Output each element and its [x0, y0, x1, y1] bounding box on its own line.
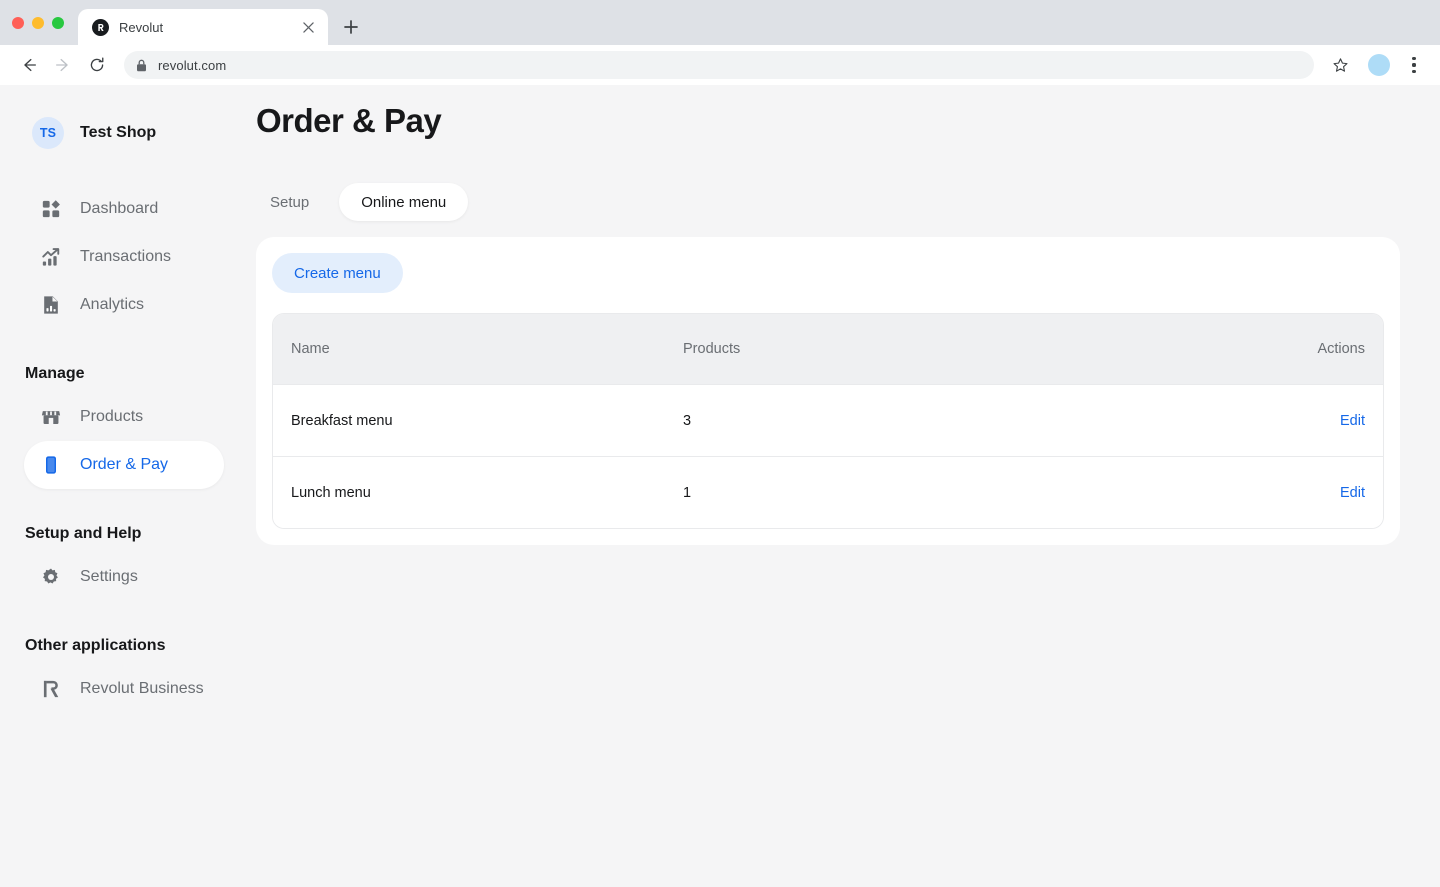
- table-row[interactable]: Lunch menu 1 Edit: [273, 456, 1383, 528]
- sidebar: TS Test Shop Dashboard Transactions Anal…: [0, 85, 248, 887]
- document-bar-icon: [40, 294, 62, 316]
- sidebar-label-settings: Settings: [80, 568, 138, 585]
- org-name: Test Shop: [80, 124, 157, 141]
- cell-product-count: 3: [683, 412, 692, 429]
- online-menu-card: Create menu Name Products Actions Breakf…: [256, 237, 1400, 545]
- sidebar-label-products: Products: [80, 408, 144, 425]
- sidebar-item-products[interactable]: Products: [24, 393, 224, 441]
- sidebar-item-analytics[interactable]: Analytics: [24, 281, 224, 329]
- browser-menu-icon[interactable]: [1402, 51, 1426, 79]
- create-menu-button[interactable]: Create menu: [272, 253, 403, 293]
- edit-menu-link[interactable]: Edit: [1340, 485, 1365, 501]
- cell-actions: Edit: [1245, 484, 1365, 502]
- window-traffic-lights: [12, 0, 78, 45]
- column-header-products: Products: [683, 341, 741, 357]
- storefront-icon: [40, 406, 62, 428]
- cell-menu-name: Breakfast menu: [291, 412, 393, 429]
- sidebar-item-settings[interactable]: Settings: [24, 553, 224, 601]
- sidebar-section-manage: Manage: [25, 365, 85, 382]
- table-header-row: Name Products Actions: [273, 314, 1383, 384]
- revolut-favicon: [92, 18, 109, 36]
- forward-button[interactable]: [48, 50, 78, 80]
- org-avatar: TS: [32, 117, 64, 149]
- column-header-actions: Actions: [1317, 341, 1365, 357]
- maximize-window-button[interactable]: [52, 16, 64, 29]
- sidebar-item-dashboard[interactable]: Dashboard: [24, 185, 224, 233]
- sidebar-label-dashboard: Dashboard: [80, 200, 159, 217]
- close-window-button[interactable]: [12, 16, 24, 29]
- chart-arrow-icon: [40, 246, 62, 268]
- column-header-name: Name: [291, 341, 330, 357]
- page-body: TS Test Shop Dashboard Transactions Anal…: [0, 85, 1440, 887]
- revolut-r-icon: [40, 678, 62, 700]
- cell-actions: Edit: [1245, 412, 1365, 430]
- back-button[interactable]: [14, 50, 44, 80]
- sidebar-item-transactions[interactable]: Transactions: [24, 233, 224, 281]
- sidebar-section-setup-and-help: Setup and Help: [25, 525, 142, 542]
- tab-setup[interactable]: Setup: [248, 183, 331, 221]
- menus-table: Name Products Actions Breakfast menu 3 E…: [272, 313, 1384, 529]
- page-title: Order & Pay: [256, 102, 442, 139]
- content-tabs: Setup Online menu: [248, 183, 1400, 221]
- table-row[interactable]: Breakfast menu 3 Edit: [273, 384, 1383, 456]
- sidebar-section-other-applications: Other applications: [25, 637, 166, 654]
- main-content: Order & Pay Setup Online menu Create men…: [248, 85, 1440, 887]
- url-text: revolut.com: [158, 57, 227, 73]
- reload-button[interactable]: [82, 50, 112, 80]
- address-bar[interactable]: revolut.com: [124, 51, 1314, 79]
- tab-online-menu[interactable]: Online menu: [339, 183, 469, 221]
- sidebar-label-analytics: Analytics: [80, 296, 145, 313]
- new-tab-button[interactable]: [336, 12, 366, 42]
- profile-avatar[interactable]: [1368, 54, 1390, 76]
- sidebar-label-transactions: Transactions: [80, 248, 171, 265]
- cell-product-count: 1: [683, 484, 692, 501]
- bookmark-star-icon[interactable]: [1326, 51, 1354, 79]
- close-tab-icon[interactable]: [298, 17, 318, 37]
- browser-toolbar: revolut.com: [0, 45, 1440, 85]
- tab-title: Revolut: [119, 19, 164, 35]
- sidebar-item-order-and-pay[interactable]: Order & Pay: [24, 441, 224, 489]
- phone-icon: [40, 454, 62, 476]
- tab-strip: Revolut: [0, 0, 1440, 45]
- cell-menu-name: Lunch menu: [291, 484, 371, 501]
- sidebar-item-revolut-business[interactable]: Revolut Business: [24, 665, 224, 713]
- sidebar-label-revolut-business: Revolut Business: [80, 680, 204, 697]
- minimize-window-button[interactable]: [32, 16, 44, 29]
- lock-icon: [136, 59, 147, 72]
- sidebar-label-order-and-pay: Order & Pay: [80, 456, 169, 473]
- edit-menu-link[interactable]: Edit: [1340, 413, 1365, 429]
- browser-tab[interactable]: Revolut: [78, 9, 328, 45]
- browser-chrome: Revolut revolut.com: [0, 0, 1440, 85]
- grid-icon: [40, 198, 62, 220]
- gear-icon: [40, 566, 62, 588]
- org-switcher[interactable]: TS Test Shop: [24, 109, 224, 157]
